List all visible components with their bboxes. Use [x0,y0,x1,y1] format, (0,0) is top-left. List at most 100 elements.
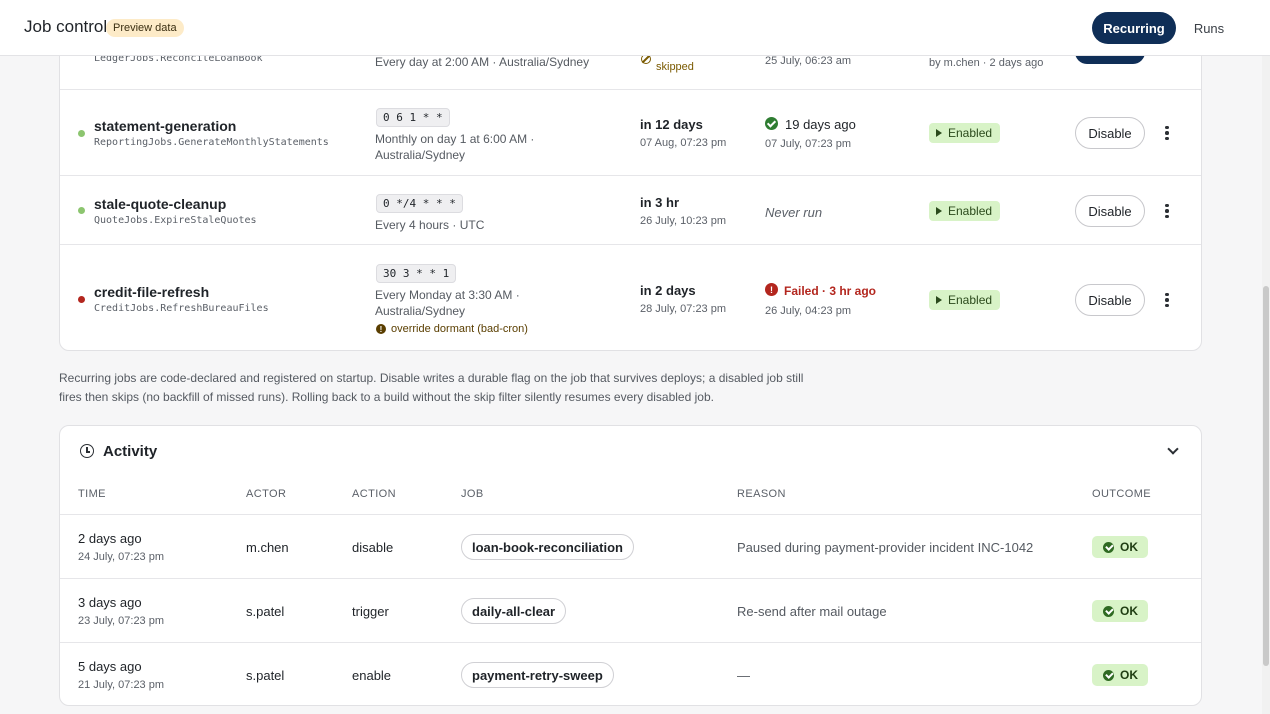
last-run-relative: 19 days ago [785,117,856,132]
activity-title: Activity [103,443,158,460]
enabled-badge: Enabled [929,201,1001,221]
outcome-label: OK [1120,604,1138,618]
status-dot [78,207,85,214]
col-header-outcome: OUTCOME [1092,488,1152,500]
activity-row: 3 days ago 23 July, 07:23 pm s.patel tri… [60,578,1201,642]
chevron-down-icon[interactable] [1167,443,1179,455]
last-run-time: 26 July, 04:23 pm [765,305,852,317]
activity-time-relative: 2 days ago [78,531,142,546]
footnote-line: fires then skips (no backfill of missed … [59,390,714,404]
more-options-icon[interactable] [1159,201,1175,221]
job-row-credit-file-refresh: credit-file-refresh CreditJobs.RefreshBu… [60,244,1201,350]
activity-reason: — [737,668,750,683]
check-icon [1103,669,1114,681]
col-header-action: ACTION [352,488,396,500]
activity-job-link[interactable]: loan-book-reconciliation [461,534,634,560]
tab-recurring[interactable]: Recurring [1092,12,1176,44]
job-schedule-tz: Australia/Sydney [375,148,466,162]
cron-expression: 0 */4 * * * [376,194,463,213]
last-run-time: 25 July, 06:23 am [765,55,852,67]
job-schedule: Every Monday at 3:30 AM · [375,288,520,302]
job-class: QuoteJobs.ExpireStaleQuotes [94,215,257,226]
activity-actor: s.patel [246,604,285,619]
next-run-relative: in 12 days [640,117,703,132]
outcome-label: OK [1120,540,1138,554]
activity-time: 23 July, 07:23 pm [78,615,165,627]
next-run-relative: in 2 days [640,283,696,298]
cron-expression: 30 3 * * 1 [376,264,457,283]
state-note: by m.chen · 2 days ago [929,57,1044,69]
disable-button[interactable]: Disable [1075,195,1145,227]
next-run-time: 28 July, 07:23 pm [640,303,727,315]
last-run-failed: Failed · 3 hr ago [784,284,877,298]
last-run-time: 07 July, 07:23 pm [765,138,852,150]
activity-action: enable [352,668,392,683]
col-header-job: JOB [461,488,484,500]
activity-actor: s.patel [246,668,285,683]
activity-row: 2 days ago 24 July, 07:23 pm m.chen disa… [60,514,1201,578]
activity-time: 21 July, 07:23 pm [78,679,165,691]
last-run-status: skipped [656,61,694,73]
job-class: CreditJobs.RefreshBureauFiles [94,303,269,314]
success-icon [765,117,778,130]
state-label: Enabled [948,293,993,307]
job-schedule-tz: Australia/Sydney [375,304,466,318]
more-options-icon[interactable] [1159,290,1175,310]
job-schedule: Every day at 2:00 AM · Australia/Sydney [375,55,590,69]
cron-expression: 0 6 1 * * [376,108,450,127]
app-title: Job control [24,17,108,36]
next-run-relative: in 3 hr [640,195,680,210]
state-label: Enabled [948,126,993,140]
job-row-stale-quote-cleanup: stale-quote-cleanup QuoteJobs.ExpireStal… [60,175,1201,244]
activity-job-link[interactable]: payment-retry-sweep [461,662,614,688]
history-icon [80,444,94,458]
activity-row: 5 days ago 21 July, 07:23 pm s.patel ena… [60,642,1201,705]
job-schedule: Monthly on day 1 at 6:00 AM · [375,132,535,146]
status-dot [78,296,85,303]
job-row-statement-generation: statement-generation ReportingJobs.Gener… [60,89,1201,175]
job-name: credit-file-refresh [94,284,210,300]
activity-action: trigger [352,604,389,619]
status-dot [78,130,85,137]
scrollbar-thumb[interactable] [1263,286,1269,666]
top-bar: Job control Preview data Recurring Runs [0,0,1270,56]
job-class: ReportingJobs.GenerateMonthlyStatements [94,137,329,148]
next-run-time: 26 July, 10:23 pm [640,215,727,227]
warning-icon: ! [376,324,386,334]
last-run-status: Never run [765,205,823,220]
check-icon [1103,605,1114,617]
recurring-jobs-table: LedgerJobs.ReconcileLoanBook Every day a… [59,30,1202,351]
more-options-icon[interactable] [1159,123,1175,143]
override-warning: ! override dormant (bad-cron) [376,323,528,335]
state-label: Enabled [948,204,993,218]
tab-runs[interactable]: Runs [1186,12,1232,44]
col-header-time: TIME [78,488,106,500]
play-icon [936,129,942,137]
play-icon [936,296,942,304]
activity-panel: Activity TIME ACTOR ACTION JOB REASON OU… [59,425,1202,706]
disable-button[interactable]: Disable [1075,117,1145,149]
activity-action: disable [352,540,394,555]
enabled-badge: Enabled [929,123,1001,143]
col-header-actor: ACTOR [246,488,287,500]
activity-reason: Paused during payment-provider incident … [737,540,1034,555]
play-icon [936,207,942,215]
footnote-line: Recurring jobs are code-declared and reg… [59,371,804,385]
disable-button[interactable]: Disable [1075,284,1145,316]
activity-reason: Re-send after mail outage [737,604,887,619]
page-scrollbar[interactable] [1262,56,1270,714]
outcome-badge: OK [1092,536,1148,558]
preview-data-badge: Preview data [106,19,184,37]
activity-job-link[interactable]: daily-all-clear [461,598,567,624]
job-name: stale-quote-cleanup [94,196,227,212]
override-warning-label: override dormant (bad-cron) [391,323,528,335]
activity-time-relative: 5 days ago [78,659,142,674]
activity-time: 24 July, 07:23 pm [78,551,165,563]
enabled-badge: Enabled [929,290,1001,310]
col-header-reason: REASON [737,488,786,500]
job-name: statement-generation [94,118,237,134]
activity-time-relative: 3 days ago [78,595,142,610]
next-run-time: 07 Aug, 07:23 pm [640,137,727,149]
job-schedule: Every 4 hours · UTC [375,218,485,232]
activity-actor: m.chen [246,540,289,555]
